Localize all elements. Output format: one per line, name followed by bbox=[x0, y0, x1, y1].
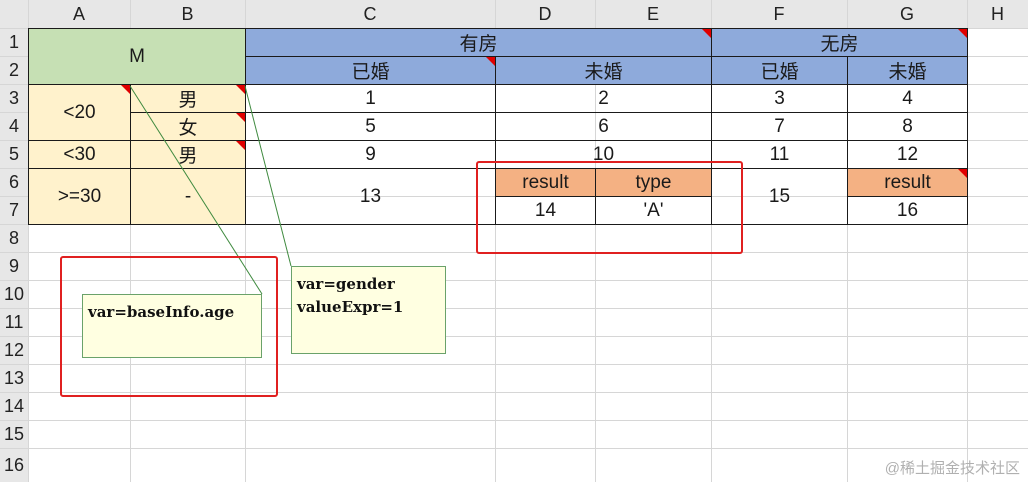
cell-m[interactable]: M bbox=[28, 28, 246, 85]
row-header-7[interactable]: 7 bbox=[0, 196, 28, 224]
watermark: @稀土掘金技术社区 bbox=[884, 460, 1020, 477]
cell-f3[interactable]: 3 bbox=[711, 84, 848, 113]
highlight-box-result bbox=[476, 161, 743, 254]
cell-de3[interactable]: 2 bbox=[495, 84, 712, 113]
cell-dash[interactable]: - bbox=[130, 168, 246, 225]
comment-indicator-c2[interactable] bbox=[486, 57, 495, 66]
row-header-13[interactable]: 13 bbox=[0, 364, 28, 392]
comment-indicator-e1[interactable] bbox=[702, 29, 711, 38]
cell-c67[interactable]: 13 bbox=[245, 168, 496, 225]
column-header-h[interactable]: H bbox=[967, 0, 1028, 28]
row-header-16[interactable]: 16 bbox=[0, 448, 28, 482]
cell-male-row5[interactable]: 男 bbox=[130, 140, 246, 169]
cell-g6[interactable]: result bbox=[847, 168, 968, 197]
cell-c4[interactable]: 5 bbox=[245, 112, 496, 141]
cell-c3[interactable]: 1 bbox=[245, 84, 496, 113]
row-header-2[interactable]: 2 bbox=[0, 56, 28, 84]
row-header-3[interactable]: 3 bbox=[0, 84, 28, 112]
cell-female-row4[interactable]: 女 bbox=[130, 112, 246, 141]
cell-f4[interactable]: 7 bbox=[711, 112, 848, 141]
comment-indicator-g6[interactable] bbox=[958, 169, 967, 178]
cell-age-lt30[interactable]: <30 bbox=[28, 140, 131, 169]
row-header-5[interactable]: 5 bbox=[0, 140, 28, 168]
column-header-e[interactable]: E bbox=[595, 0, 711, 28]
cell-no-house[interactable]: 无房 bbox=[711, 28, 968, 57]
corner-select-all[interactable] bbox=[0, 0, 28, 28]
cell-has-house[interactable]: 有房 bbox=[245, 28, 712, 57]
highlight-box-comment bbox=[60, 256, 278, 397]
row-header-4[interactable]: 4 bbox=[0, 112, 28, 140]
comment-indicator-a3[interactable] bbox=[121, 85, 130, 94]
comment-indicator-b3[interactable] bbox=[236, 85, 245, 94]
cell-married-c[interactable]: 已婚 bbox=[245, 56, 496, 85]
comment-gender[interactable]: var=gender valueExpr=1 bbox=[291, 266, 446, 354]
row-header-11[interactable]: 11 bbox=[0, 308, 28, 336]
cell-age-ge30[interactable]: >=30 bbox=[28, 168, 131, 225]
row-header-10[interactable]: 10 bbox=[0, 280, 28, 308]
comment-indicator-b4[interactable] bbox=[236, 113, 245, 122]
row-header-15[interactable]: 15 bbox=[0, 420, 28, 448]
cell-de4[interactable]: 6 bbox=[495, 112, 712, 141]
row-header-1[interactable]: 1 bbox=[0, 28, 28, 56]
row-header-8[interactable]: 8 bbox=[0, 224, 28, 252]
column-header-f[interactable]: F bbox=[711, 0, 847, 28]
cell-male-row3[interactable]: 男 bbox=[130, 84, 246, 113]
column-header-d[interactable]: D bbox=[495, 0, 595, 28]
row-header-14[interactable]: 14 bbox=[0, 392, 28, 420]
column-header-b[interactable]: B bbox=[130, 0, 245, 28]
column-header-c[interactable]: C bbox=[245, 0, 495, 28]
cell-married-f[interactable]: 已婚 bbox=[711, 56, 848, 85]
cell-unmarried-de[interactable]: 未婚 bbox=[495, 56, 712, 85]
cell-g5[interactable]: 12 bbox=[847, 140, 968, 169]
cell-g3[interactable]: 4 bbox=[847, 84, 968, 113]
comment-indicator-g1[interactable] bbox=[958, 29, 967, 38]
cell-g4[interactable]: 8 bbox=[847, 112, 968, 141]
column-header-a[interactable]: A bbox=[28, 0, 130, 28]
cell-unmarried-g[interactable]: 未婚 bbox=[847, 56, 968, 85]
row-header-12[interactable]: 12 bbox=[0, 336, 28, 364]
cell-g7[interactable]: 16 bbox=[847, 196, 968, 225]
cell-c5[interactable]: 9 bbox=[245, 140, 496, 169]
row-header-6[interactable]: 6 bbox=[0, 168, 28, 196]
comment-indicator-b5[interactable] bbox=[236, 141, 245, 150]
cell-age-lt20[interactable]: <20 bbox=[28, 84, 131, 141]
column-header-g[interactable]: G bbox=[847, 0, 967, 28]
row-header-9[interactable]: 9 bbox=[0, 252, 28, 280]
